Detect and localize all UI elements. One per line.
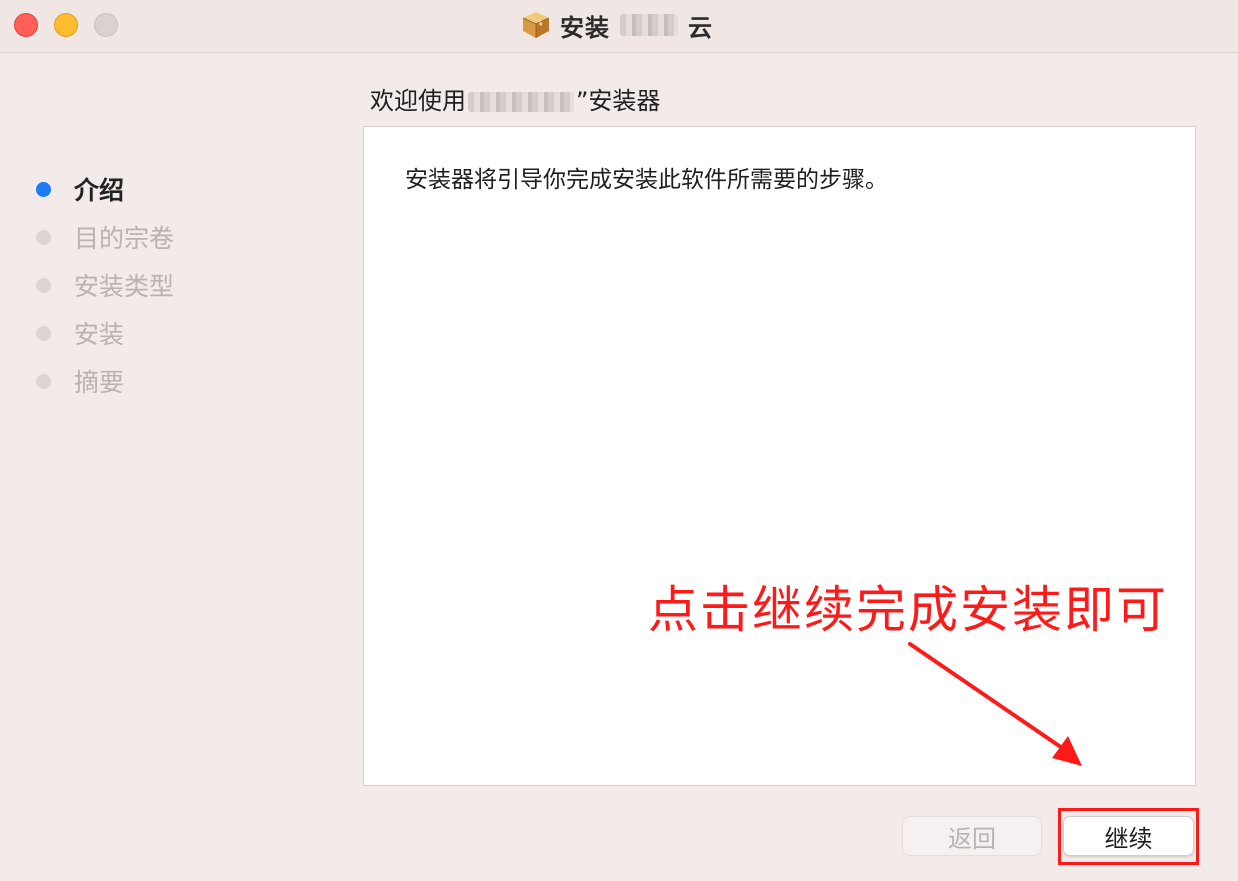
step-label: 介绍: [74, 176, 125, 205]
intro-text: 安装器将引导你完成安装此软件所需要的步骤。: [405, 167, 888, 193]
welcome-suffix: ”安装器: [576, 87, 661, 115]
package-icon: [522, 12, 550, 38]
annotation-text: 点击继续完成安装即可: [648, 581, 1168, 639]
installer-window: 安装 云 欢迎使用 ”安装器 介绍 目的宗卷 安装类型 安装 摘要 安装器将引导…: [0, 0, 1238, 881]
redacted-name: [620, 14, 678, 36]
window-title-suffix: 云: [688, 13, 713, 42]
title-bar: 安装 云: [0, 0, 1238, 53]
installer-steps: 介绍 目的宗卷 安装类型 安装 摘要: [36, 165, 336, 405]
zoom-window-button[interactable]: [94, 13, 118, 37]
step-destination: 目的宗卷: [36, 213, 336, 261]
pending-step-indicator-icon: [36, 277, 51, 293]
welcome-heading: 欢迎使用 ”安装器: [370, 81, 660, 116]
step-introduction: 介绍: [36, 165, 336, 213]
window-title: 安装 云: [520, 8, 713, 42]
redacted-product-name: [468, 92, 574, 112]
back-button[interactable]: 返回: [902, 816, 1042, 856]
step-label: 摘要: [74, 368, 125, 397]
annotation-arrow-icon: [908, 642, 1082, 766]
window-title-prefix: 安装: [560, 13, 610, 42]
step-install: 安装: [36, 309, 336, 357]
step-label: 目的宗卷: [74, 224, 175, 253]
pending-step-indicator-icon: [36, 325, 51, 341]
welcome-prefix: 欢迎使用: [370, 87, 466, 115]
step-label: 安装: [74, 320, 125, 349]
pending-step-indicator-icon: [36, 229, 51, 245]
continue-button[interactable]: 继续: [1063, 816, 1194, 856]
step-label: 安装类型: [74, 272, 175, 301]
step-summary: 摘要: [36, 357, 336, 405]
step-install-type: 安装类型: [36, 261, 336, 309]
pending-step-indicator-icon: [36, 373, 51, 389]
close-window-button[interactable]: [14, 13, 38, 37]
minimize-window-button[interactable]: [54, 13, 78, 37]
current-step-indicator-icon: [36, 181, 51, 197]
